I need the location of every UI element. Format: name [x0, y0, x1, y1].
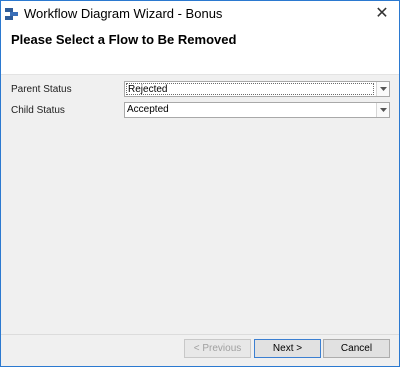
workflow-app-icon — [5, 7, 18, 20]
child-status-select[interactable]: Accepted — [124, 102, 390, 118]
cancel-button[interactable]: Cancel — [323, 339, 390, 358]
wizard-window: Workflow Diagram Wizard - Bonus ✕ Please… — [0, 0, 400, 367]
parent-status-value: Rejected — [126, 83, 374, 95]
page-title: Please Select a Flow to Be Removed — [11, 32, 237, 47]
window-title: Workflow Diagram Wizard - Bonus — [24, 6, 223, 21]
child-status-label: Child Status — [11, 105, 65, 116]
chevron-down-icon[interactable] — [376, 82, 389, 96]
parent-status-select[interactable]: Rejected — [124, 81, 390, 97]
child-status-value: Accepted — [127, 104, 169, 115]
next-button[interactable]: Next > — [254, 339, 321, 358]
parent-status-label: Parent Status — [11, 84, 72, 95]
title-bar: Workflow Diagram Wizard - Bonus ✕ — [1, 1, 399, 26]
footer-divider — [1, 334, 399, 335]
wizard-header: Please Select a Flow to Be Removed — [1, 26, 399, 75]
previous-button[interactable]: < Previous — [184, 339, 251, 358]
chevron-down-icon[interactable] — [376, 103, 389, 117]
close-icon[interactable]: ✕ — [373, 4, 391, 22]
